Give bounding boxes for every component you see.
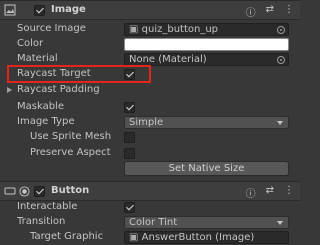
help-icon[interactable]: ⓘ <box>246 4 256 19</box>
image-enabled-checkbox[interactable] <box>34 5 45 16</box>
color-swatch[interactable] <box>124 38 289 51</box>
use-sprite-mesh-checkbox[interactable] <box>124 132 135 143</box>
chevron-down-icon <box>277 121 283 125</box>
image-component-title: Image <box>51 4 86 15</box>
transition-label: Transition <box>17 216 66 227</box>
target-graphic-label: Target Graphic <box>30 231 104 242</box>
presets-icon[interactable]: ⇄ <box>266 4 274 19</box>
image-icon: ▣ <box>129 232 139 243</box>
source-image-value: quiz_button_up <box>141 24 219 35</box>
image-type-value: Simple <box>129 117 164 128</box>
transition-row: Transition Color Tint <box>0 215 300 230</box>
image-type-label: Image Type <box>17 116 75 127</box>
preserve-aspect-checkbox[interactable] <box>124 148 135 159</box>
maskable-label: Maskable <box>17 101 64 112</box>
kebab-menu-icon[interactable]: ⋮ <box>284 4 294 19</box>
set-native-size-button[interactable]: Set Native Size <box>124 161 289 176</box>
sprite-icon: ▣ <box>129 24 139 35</box>
maskable-checkbox[interactable] <box>124 102 135 113</box>
color-label: Color <box>17 38 44 49</box>
highlight-box <box>7 65 151 83</box>
material-label: Material <box>17 53 58 64</box>
material-value: None (Material) <box>129 54 207 65</box>
button-component-title: Button <box>51 185 90 196</box>
image-type-row: Image Type Simple <box>0 115 300 130</box>
target-graphic-field[interactable]: ▣ AnswerButton (Image) <box>124 231 289 244</box>
button-component-icon <box>4 187 16 195</box>
button-component-header[interactable]: Button ⓘ ⇄ ⋮ <box>0 181 300 201</box>
source-image-field[interactable]: ▣ quiz_button_up <box>124 23 289 36</box>
maskable-row: Maskable <box>0 100 300 115</box>
color-row: Color <box>0 37 300 52</box>
object-picker-icon[interactable] <box>277 26 285 34</box>
kebab-menu-icon[interactable]: ⋮ <box>284 185 294 200</box>
help-icon[interactable]: ⓘ <box>246 185 256 200</box>
button-enabled-checkbox[interactable] <box>34 186 45 197</box>
record-icon <box>19 186 30 197</box>
target-graphic-value: AnswerButton (Image) <box>141 232 255 243</box>
raycast-padding-label: Raycast Padding <box>17 84 100 95</box>
source-image-label: Source Image <box>17 23 86 34</box>
use-sprite-mesh-label: Use Sprite Mesh <box>30 131 112 142</box>
raycast-padding-row[interactable]: Raycast Padding <box>0 83 300 98</box>
interactable-checkbox[interactable] <box>124 202 135 213</box>
presets-icon[interactable]: ⇄ <box>266 185 274 200</box>
chevron-down-icon <box>277 221 283 225</box>
image-component-icon <box>4 4 16 16</box>
object-picker-icon[interactable] <box>277 56 285 64</box>
source-image-row: Source Image ▣ quiz_button_up <box>0 22 300 37</box>
foldout-arrow-icon[interactable] <box>7 87 12 93</box>
use-sprite-mesh-row: Use Sprite Mesh <box>0 130 300 145</box>
transition-dropdown[interactable]: Color Tint <box>124 216 289 229</box>
preserve-aspect-row: Preserve Aspect <box>0 146 300 161</box>
interactable-label: Interactable <box>17 201 78 212</box>
set-native-size-row: Set Native Size <box>0 161 300 176</box>
image-type-dropdown[interactable]: Simple <box>124 116 289 129</box>
interactable-row: Interactable <box>0 200 300 215</box>
preserve-aspect-label: Preserve Aspect <box>30 147 111 158</box>
transition-value: Color Tint <box>129 217 178 228</box>
image-component-header[interactable]: Image ⓘ ⇄ ⋮ <box>0 0 300 20</box>
